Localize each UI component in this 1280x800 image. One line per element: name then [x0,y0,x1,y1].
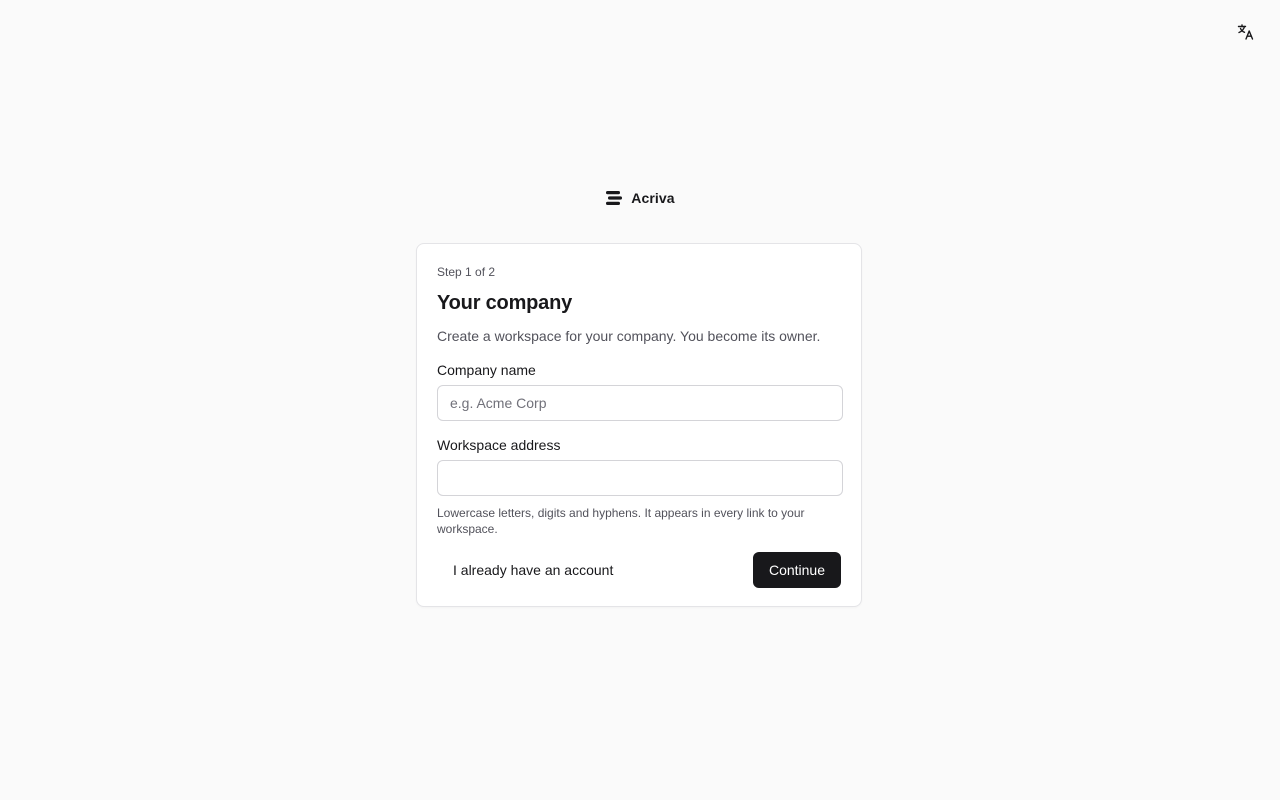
workspace-address-label: Workspace address [437,437,561,453]
workspace-address-hint: Lowercase letters, digits and hyphens. I… [437,506,805,536]
workspace-address-input[interactable] [437,460,843,496]
stacked-bars-logo-icon [605,190,623,206]
company-setup-card: Step 1 of 2 Your company Create a worksp… [416,243,862,607]
brand-name: Acriva [631,190,675,206]
brand: Acriva [0,190,1280,206]
company-name-label: Company name [437,362,536,378]
language-button[interactable] [1234,20,1258,44]
continue-button[interactable]: Continue [752,552,841,588]
onboarding-page: Acriva Step 1 of 2 Your company Create a… [0,0,1280,800]
existing-account-button[interactable]: I already have an account [437,552,629,588]
step-indicator: Step 1 of 2 [437,265,496,279]
translate-icon [1237,23,1255,41]
company-name-input[interactable] [437,385,843,421]
card-subtitle: Create a workspace for your company. You… [437,328,821,344]
card-actions: I already have an account Continue [437,552,841,588]
card-title: Your company [437,292,573,314]
